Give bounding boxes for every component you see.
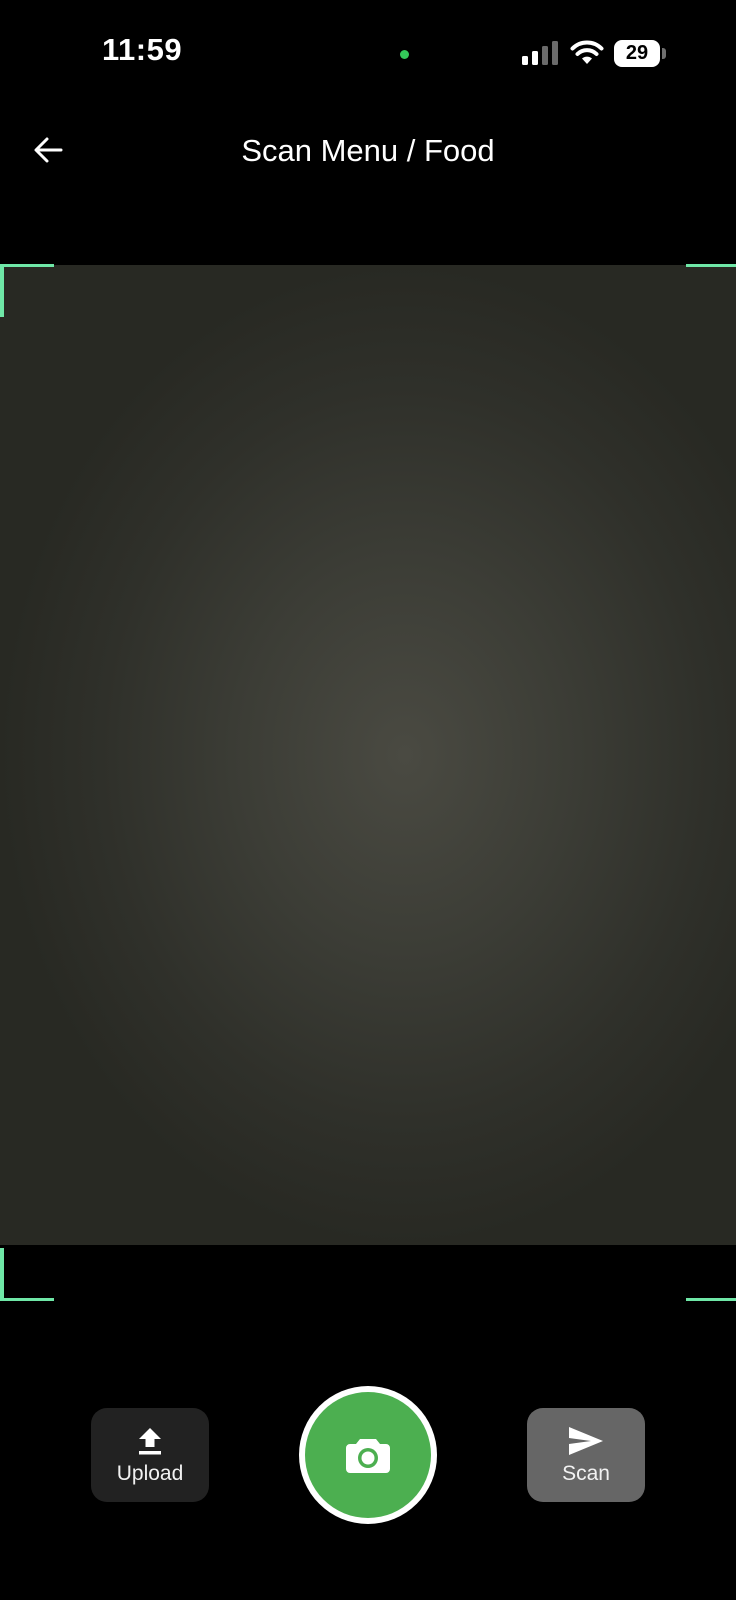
battery-cap — [662, 48, 666, 59]
upload-label: Upload — [116, 1462, 184, 1485]
status-time: 11:59 — [102, 32, 183, 67]
scan-frame-corner-top-left — [0, 264, 54, 317]
battery-level: 29 — [614, 40, 660, 67]
scan-frame-corner-bottom-right — [686, 1248, 736, 1301]
battery-icon: 29 — [614, 40, 666, 67]
capture-button[interactable] — [299, 1386, 437, 1524]
send-icon — [567, 1424, 605, 1458]
upload-button[interactable]: Upload — [91, 1408, 209, 1502]
scan-label: Scan — [562, 1462, 610, 1485]
scan-frame-corner-top-right — [686, 264, 736, 317]
capture-button-inner — [305, 1392, 431, 1518]
signal-icon — [522, 41, 558, 65]
upload-icon — [131, 1424, 169, 1458]
wifi-icon — [570, 40, 604, 64]
status-bar: 11:59 29 — [0, 0, 736, 110]
privacy-indicator-dot — [400, 50, 409, 59]
camera-icon — [346, 1439, 390, 1473]
page-title: Scan Menu / Food — [241, 133, 495, 168]
scan-button[interactable]: Scan — [527, 1408, 645, 1502]
scan-frame-corner-bottom-left — [0, 1248, 54, 1301]
camera-preview — [0, 265, 736, 1245]
